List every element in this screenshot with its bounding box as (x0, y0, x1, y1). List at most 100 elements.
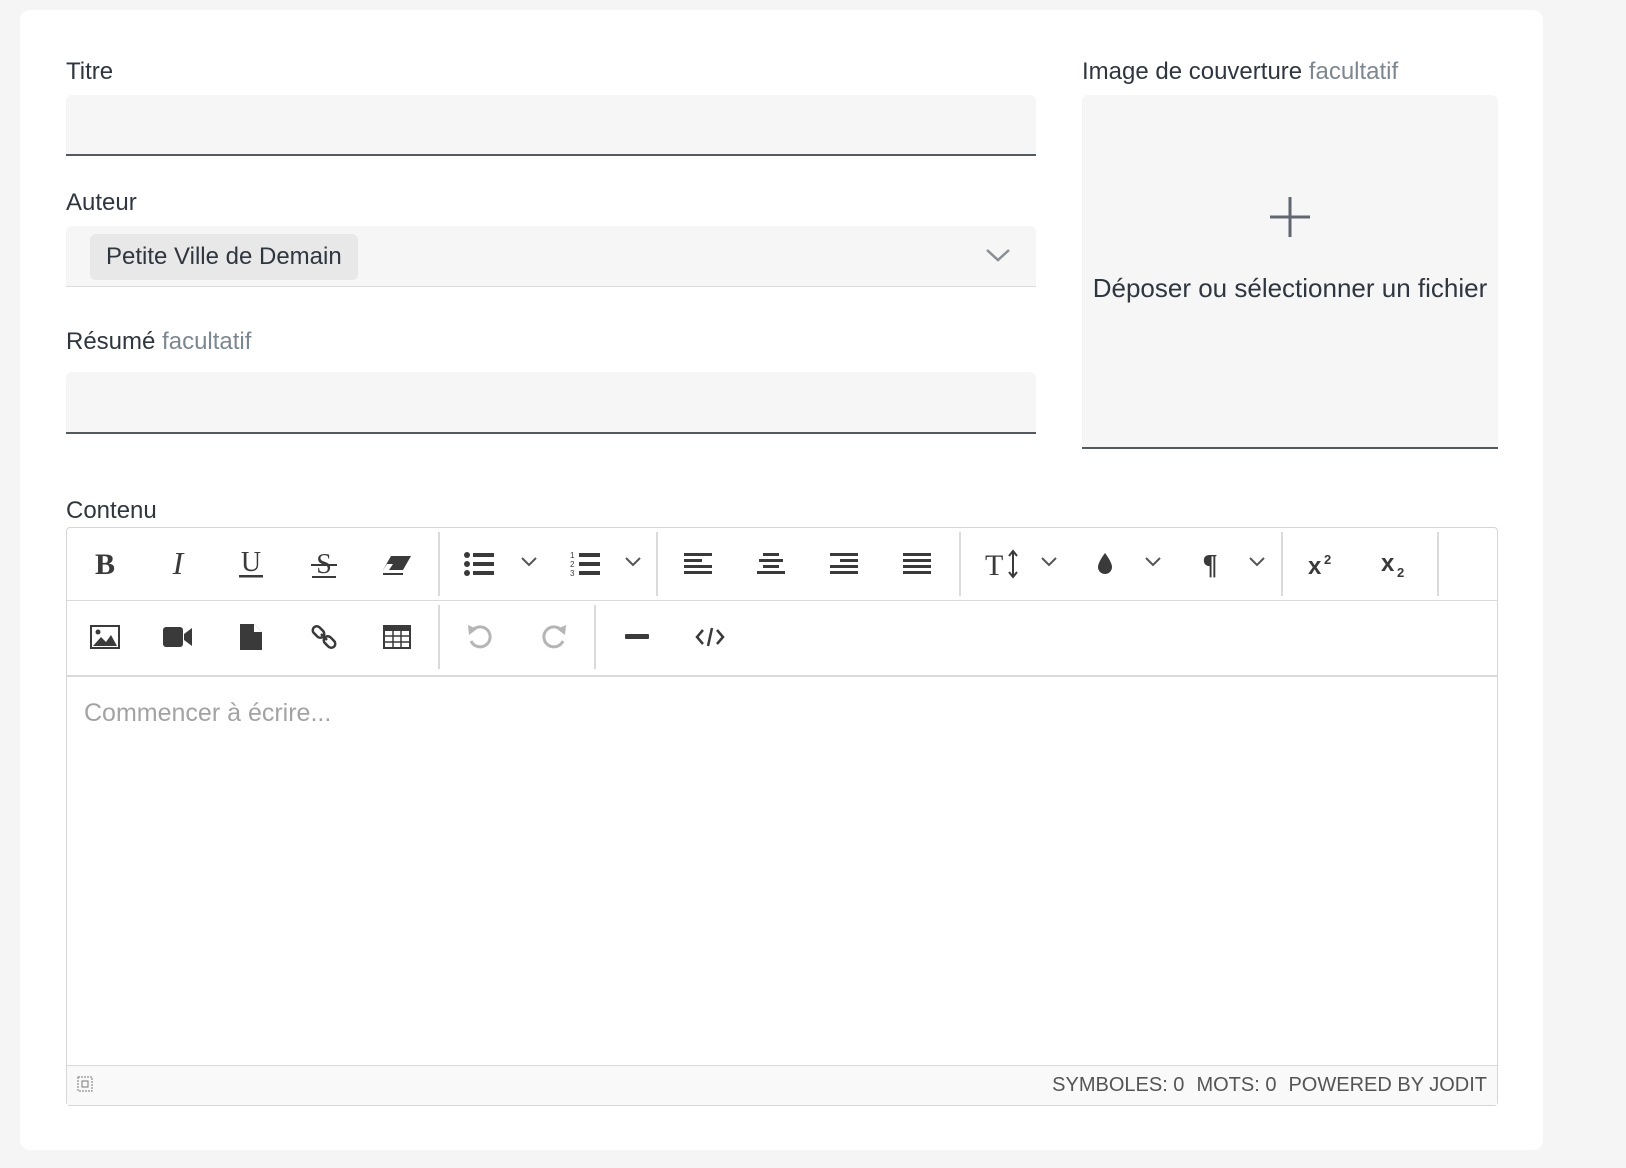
chevron-down-icon (1040, 555, 1058, 573)
numbered-list-dropdown[interactable] (616, 528, 650, 600)
toolbar-separator (959, 532, 961, 596)
svg-text:1: 1 (570, 551, 575, 560)
horizontal-rule-button[interactable] (602, 601, 672, 673)
insert-link-button[interactable] (289, 601, 359, 673)
underline-button[interactable]: U (216, 528, 286, 600)
undo-button[interactable] (445, 601, 515, 673)
bullet-list-button[interactable] (444, 528, 514, 600)
title-input[interactable] (66, 95, 1036, 156)
summary-label: Résumé facultatif (66, 328, 252, 355)
title-label: Titre (66, 58, 114, 85)
numbered-list-button[interactable]: 123 (550, 528, 620, 600)
align-right-button[interactable] (809, 528, 879, 600)
toolbar-separator (656, 532, 658, 596)
author-select[interactable]: Petite Ville de Demain (66, 226, 1036, 287)
insert-image-button[interactable] (70, 601, 140, 673)
bullet-list-dropdown[interactable] (512, 528, 546, 600)
insert-video-button[interactable] (143, 601, 213, 673)
image-icon (90, 625, 120, 649)
align-left-icon (684, 552, 712, 576)
cover-drop-text: Déposer ou sélectionner un fichier (1092, 273, 1488, 303)
paragraph-icon: ¶ (1198, 550, 1222, 578)
source-code-icon (695, 625, 725, 649)
toolbar-row-1: B I U S 123 T ¶ x 2 x 2 (67, 528, 1497, 601)
toolbar-separator (594, 605, 596, 669)
font-size-icon: T (985, 549, 1019, 579)
svg-text:2: 2 (570, 560, 575, 569)
align-left-button[interactable] (663, 528, 733, 600)
underline-icon: U (236, 548, 266, 580)
cover-label: Image de couverture facultatif (1082, 58, 1399, 85)
powered-by-link[interactable]: POWERED BY JODIT (1288, 1074, 1487, 1096)
superscript-button[interactable]: x2 (1288, 528, 1358, 600)
redo-button[interactable] (519, 601, 589, 673)
symbol-count: SYMBOLES: 0 (1052, 1074, 1185, 1096)
align-center-icon (757, 552, 785, 576)
svg-text:B: B (95, 549, 115, 579)
eraser-button[interactable] (362, 528, 432, 600)
resize-handle-icon[interactable] (77, 1076, 93, 1092)
toolbar-separator (1281, 532, 1283, 596)
undo-icon (466, 623, 494, 651)
toolbar-separator (438, 532, 440, 596)
toolbar-separator (1437, 532, 1439, 596)
link-icon (310, 623, 338, 651)
cover-optional-hint: facultatif (1308, 58, 1399, 85)
file-icon (239, 623, 263, 651)
italic-icon: I (163, 549, 193, 579)
plus-icon (1268, 195, 1312, 239)
redo-icon (540, 623, 568, 651)
svg-text:x: x (1308, 553, 1322, 578)
insert-table-button[interactable] (362, 601, 432, 673)
strikethrough-button[interactable]: S (289, 528, 359, 600)
svg-text:2: 2 (1397, 565, 1404, 579)
bold-button[interactable]: B (70, 528, 140, 600)
align-justify-icon (903, 552, 931, 576)
eraser-icon (381, 552, 413, 576)
toolbar-row-2 (67, 601, 1497, 677)
editor-content-area[interactable]: Commencer à écrire... (67, 677, 1497, 1063)
strikethrough-icon: S (309, 548, 339, 580)
rich-text-editor: B I U S 123 T ¶ x 2 x 2 Commencer à écri… (66, 527, 1498, 1106)
superscript-icon: x2 (1308, 550, 1338, 578)
align-justify-button[interactable] (882, 528, 952, 600)
author-label: Auteur (66, 189, 137, 216)
font-size-button[interactable]: T (967, 528, 1037, 600)
italic-button[interactable]: I (143, 528, 213, 600)
word-count: MOTS: 0 (1196, 1074, 1277, 1096)
video-icon (163, 626, 193, 648)
subscript-icon: x2 (1381, 549, 1411, 579)
align-center-button[interactable] (736, 528, 806, 600)
table-icon (383, 625, 411, 649)
font-size-dropdown[interactable] (1032, 528, 1066, 600)
bold-icon: B (90, 549, 120, 579)
svg-text:T: T (985, 549, 1003, 579)
cover-dropzone[interactable]: Déposer ou sélectionner un fichier (1082, 95, 1498, 449)
content-label: Contenu (66, 497, 157, 524)
svg-text:x: x (1381, 550, 1395, 577)
chevron-down-icon (520, 555, 538, 573)
editor-status-text: SYMBOLES: 0 MOTS: 0 POWERED BY JODIT (1040, 1074, 1487, 1097)
subscript-button[interactable]: x2 (1361, 528, 1431, 600)
editor-placeholder: Commencer à écrire... (84, 699, 332, 727)
source-code-button[interactable] (675, 601, 745, 673)
text-color-button[interactable] (1070, 528, 1140, 600)
chevron-down-icon[interactable] (984, 244, 1012, 266)
bullet-list-icon (464, 551, 494, 577)
summary-optional-hint: facultatif (162, 328, 252, 355)
summary-input[interactable] (66, 372, 1036, 434)
insert-file-button[interactable] (216, 601, 286, 673)
paragraph-dropdown[interactable] (1240, 528, 1274, 600)
chevron-down-icon (1248, 555, 1266, 573)
svg-text:U: U (241, 548, 261, 578)
editor-status-bar: SYMBOLES: 0 MOTS: 0 POWERED BY JODIT (67, 1065, 1497, 1105)
author-chip[interactable]: Petite Ville de Demain (90, 234, 358, 280)
svg-text:3: 3 (570, 569, 575, 578)
toolbar-separator (438, 605, 440, 669)
align-right-icon (830, 552, 858, 576)
paragraph-button[interactable]: ¶ (1175, 528, 1245, 600)
svg-text:I: I (172, 549, 185, 579)
svg-text:2: 2 (1324, 552, 1331, 567)
text-color-dropdown[interactable] (1136, 528, 1170, 600)
numbered-list-icon: 123 (570, 550, 600, 578)
